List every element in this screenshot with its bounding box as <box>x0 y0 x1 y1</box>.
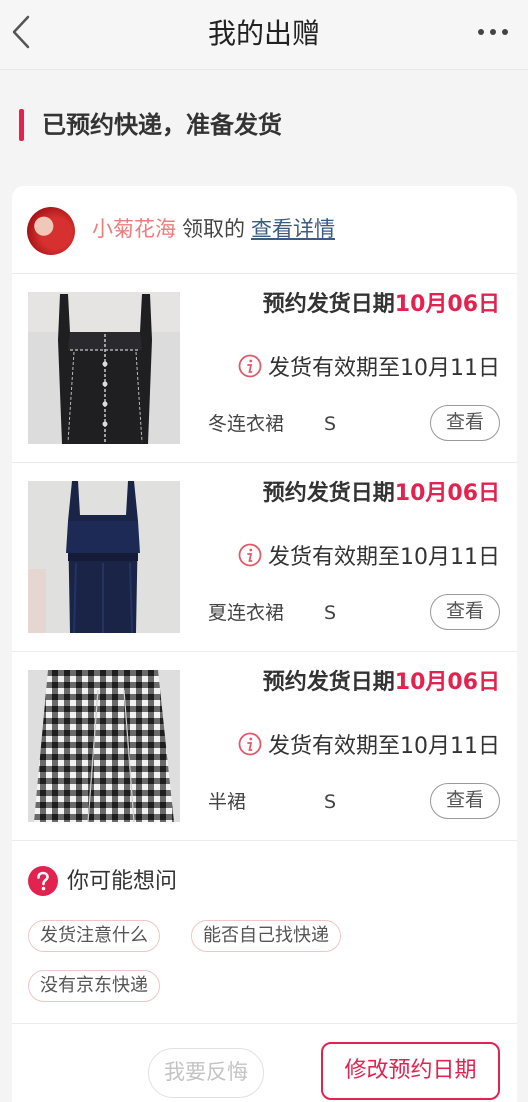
donation-card: 小菊花海 领取的 查看详情 预约发货日期10月06日 发货有效期至10月11日 冬连… <box>12 186 517 1102</box>
receiver-action-text: 领取的 <box>182 217 245 241</box>
receiver-line: 小菊花海 领取的 查看详情 <box>92 214 335 244</box>
item-size: S <box>324 602 337 624</box>
schedule-label: 预约发货日期 <box>262 481 395 506</box>
view-details-link[interactable]: 查看详情 <box>251 217 335 241</box>
nav-bar: 我的出赠 <box>0 0 528 70</box>
receiver-name[interactable]: 小菊花海 <box>92 217 176 241</box>
item-name: 夏连衣裙 <box>208 602 285 624</box>
view-button[interactable]: 查看 <box>430 405 500 441</box>
validity-text: 发货有效期至10月11日 <box>238 541 500 575</box>
list-item: 预约发货日期10月06日 发货有效期至10月11日 夏连衣裙 S 查看 <box>12 463 517 652</box>
avatar[interactable] <box>27 207 75 255</box>
faq-title: 你可能想问 <box>67 869 178 894</box>
schedule-date-text: 预约发货日期10月06日 <box>263 286 500 324</box>
faq-chip-shipping-notes[interactable]: 发货注意什么 <box>28 920 160 952</box>
item-image-gingham-skirt[interactable] <box>28 670 180 822</box>
schedule-date: 10月06日 <box>394 481 500 506</box>
status-section: 已预约快递，准备发货 <box>0 100 528 150</box>
item-image-black-dress[interactable] <box>28 292 180 444</box>
schedule-date: 10月06日 <box>394 670 500 695</box>
list-item: 预约发货日期10月06日 发货有效期至10月11日 半裙 S 查看 <box>12 652 517 841</box>
faq-chip-own-courier[interactable]: 能否自己找快递 <box>191 920 341 952</box>
item-name: 半裙 <box>208 791 247 813</box>
validity-label: 发货有效期至10月11日 <box>268 356 500 381</box>
validity-text: 发货有效期至10月11日 <box>238 352 500 386</box>
status-accent-bar <box>19 109 24 141</box>
item-size: S <box>324 413 337 435</box>
question-circle-icon <box>28 866 58 896</box>
faq-chip-no-jd-express[interactable]: 没有京东快递 <box>28 970 160 1002</box>
validity-label: 发货有效期至10月11日 <box>268 545 500 570</box>
modify-date-button[interactable]: 修改预约日期 <box>321 1042 500 1100</box>
receiver-row: 小菊花海 领取的 查看详情 <box>12 186 517 274</box>
faq-section: 你可能想问 发货注意什么 能否自己找快递 没有京东快递 <box>12 842 517 1024</box>
more-button[interactable] <box>476 18 510 46</box>
schedule-date-text: 预约发货日期10月06日 <box>263 664 500 702</box>
validity-label: 发货有效期至10月11日 <box>268 734 500 759</box>
regret-button[interactable]: 我要反悔 <box>148 1048 264 1098</box>
schedule-date: 10月06日 <box>394 292 500 317</box>
view-button[interactable]: 查看 <box>430 783 500 819</box>
info-icon <box>238 732 262 756</box>
info-icon <box>238 543 262 567</box>
item-size: S <box>324 791 337 813</box>
info-icon <box>238 354 262 378</box>
schedule-date-text: 预约发货日期10月06日 <box>263 475 500 513</box>
more-horizontal-icon <box>478 29 508 35</box>
item-image-navy-dress[interactable] <box>28 481 180 633</box>
status-text: 已预约快递，准备发货 <box>42 111 282 139</box>
action-bar: 我要反悔 修改预约日期 <box>12 1024 517 1102</box>
page-title: 我的出赠 <box>207 17 320 50</box>
list-item: 预约发货日期10月06日 发货有效期至10月11日 冬连衣裙 S 查看 <box>12 274 517 463</box>
schedule-label: 预约发货日期 <box>262 292 395 317</box>
validity-text: 发货有效期至10月11日 <box>238 730 500 764</box>
schedule-label: 预约发货日期 <box>262 670 395 695</box>
view-button[interactable]: 查看 <box>430 594 500 630</box>
item-name: 冬连衣裙 <box>208 413 285 435</box>
